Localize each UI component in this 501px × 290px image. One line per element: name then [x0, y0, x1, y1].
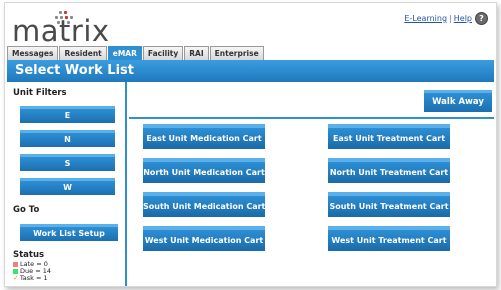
tab-rai[interactable]: RAI [184, 46, 209, 60]
left-panel: Unit Filters E N S W Go To Work List Set… [7, 82, 127, 286]
unit-filters-label: Unit Filters [13, 88, 67, 98]
help-icon[interactable]: ? [475, 12, 488, 25]
main-tabs: Messages Resident eMAR Facility RAI Ente… [7, 46, 265, 60]
logo-text: matrix [12, 14, 110, 48]
status-task: ✓ Task = 1 [13, 275, 48, 282]
tab-resident[interactable]: Resident [59, 46, 107, 60]
west-medication-cart-button[interactable]: West Unit Medication Cart [143, 226, 265, 251]
unit-filter-e-button[interactable]: E [20, 106, 115, 123]
work-list-setup-button[interactable]: Work List Setup [20, 224, 118, 241]
tab-emar[interactable]: eMAR [107, 46, 142, 60]
late-swatch-icon [13, 262, 18, 267]
east-medication-cart-button[interactable]: East Unit Medication Cart [143, 124, 265, 149]
status-task-text: Task = 1 [19, 274, 48, 282]
elearning-link[interactable]: E-Learning [404, 14, 447, 23]
page-title: Select Work List [7, 60, 494, 82]
north-medication-cart-button[interactable]: North Unit Medication Cart [143, 158, 265, 183]
goto-label: Go To [13, 205, 40, 215]
top-links: E-Learning | Help [404, 14, 472, 23]
west-treatment-cart-button[interactable]: West Unit Treatment Cart [328, 226, 450, 251]
app-window: matrix E-Learning | Help ? Messages Reside… [4, 2, 497, 287]
north-treatment-cart-button[interactable]: North Unit Treatment Cart [328, 158, 450, 183]
walk-away-button[interactable]: Walk Away [424, 90, 492, 112]
unit-filter-n-button[interactable]: N [20, 130, 115, 147]
link-separator: | [449, 14, 452, 23]
unit-filter-w-button[interactable]: W [20, 178, 115, 195]
tab-enterprise[interactable]: Enterprise [209, 46, 264, 60]
unit-filter-s-button[interactable]: S [20, 154, 115, 171]
south-medication-cart-button[interactable]: South Unit Medication Cart [143, 192, 265, 217]
east-treatment-cart-button[interactable]: East Unit Treatment Cart [328, 124, 450, 149]
help-link[interactable]: Help [454, 14, 472, 23]
status-label: Status [13, 250, 45, 260]
south-treatment-cart-button[interactable]: South Unit Treatment Cart [328, 192, 450, 217]
divider [129, 117, 494, 119]
tab-facility[interactable]: Facility [142, 46, 184, 60]
check-icon: ✓ [13, 274, 19, 282]
tab-messages[interactable]: Messages [7, 46, 59, 60]
